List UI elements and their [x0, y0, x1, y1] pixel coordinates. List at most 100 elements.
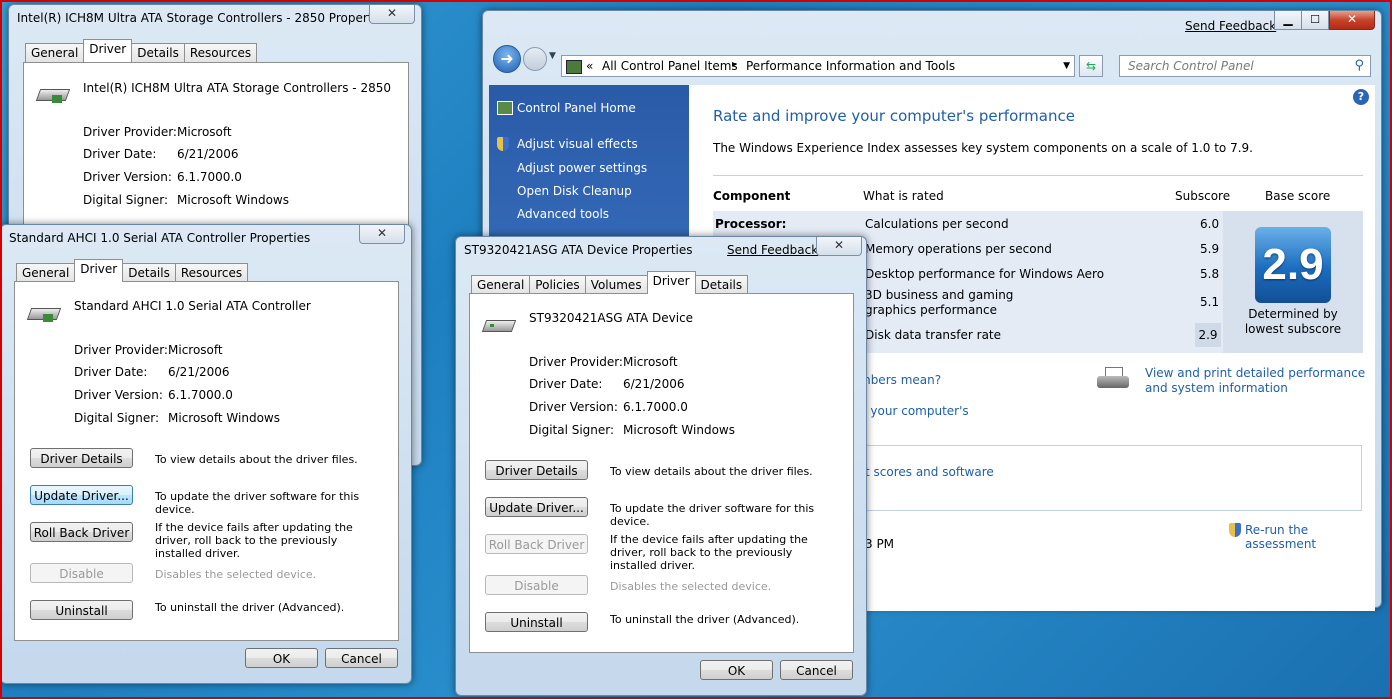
row-subscore: 5.1	[1200, 295, 1220, 309]
control-panel-home-icon	[497, 101, 513, 115]
breadcrumb-performance[interactable]: Performance Information and Tools	[746, 59, 955, 73]
control-panel-icon	[566, 60, 582, 74]
breadcrumb-separator[interactable]: ▸	[732, 59, 737, 70]
tab-details[interactable]: Details	[694, 275, 749, 294]
address-bar[interactable]: « All Control Panel Items ▸ Performance …	[561, 55, 1075, 77]
nav-advanced-tools[interactable]: Advanced tools	[517, 207, 609, 221]
search-icon[interactable]: ⚲	[1354, 58, 1364, 73]
nav-open-disk-cleanup[interactable]: Open Disk Cleanup	[517, 184, 632, 198]
ok-button[interactable]: OK	[700, 660, 773, 680]
minimize-button[interactable]: ▁	[1274, 11, 1302, 30]
breadcrumb-all-items[interactable]: All Control Panel Items	[602, 59, 738, 73]
disable-button: Disable	[485, 575, 588, 595]
update-driver-description: To update the driver software for this d…	[155, 490, 360, 516]
row-subscore: 5.8	[1200, 267, 1220, 281]
intro-text: The Windows Experience Index assesses ke…	[713, 141, 1253, 155]
driver-provider-label: Driver Provider:	[529, 355, 623, 369]
row-rated: Desktop performance for Windows Aero	[865, 267, 1105, 281]
digital-signer-label: Digital Signer:	[74, 411, 160, 425]
digital-signer-label: Digital Signer:	[83, 193, 169, 207]
tab-strip: General Driver Details Resources	[25, 39, 258, 62]
window-controls: ▁ ☐ ✕	[1274, 11, 1375, 30]
forward-button[interactable]	[523, 47, 547, 71]
cancel-button[interactable]: Cancel	[780, 660, 853, 680]
back-arrow-icon: ➜	[500, 49, 514, 68]
driver-details-button[interactable]: Driver Details	[485, 460, 588, 480]
help-icon[interactable]: ?	[1353, 89, 1369, 105]
dialog-title: Intel(R) ICH8M Ultra ATA Storage Control…	[17, 11, 390, 25]
driver-date-label: Driver Date:	[74, 365, 148, 379]
link-improving-performance[interactable]: g your computer's	[859, 404, 969, 418]
uninstall-button[interactable]: Uninstall	[30, 600, 133, 620]
row-rated: Disk data transfer rate	[865, 328, 1002, 342]
driver-date-value: 6/21/2006	[168, 365, 230, 379]
back-button[interactable]: ➜	[493, 45, 521, 73]
nav-adjust-visual-effects[interactable]: Adjust visual effects	[517, 137, 638, 151]
tab-general[interactable]: General	[25, 43, 85, 62]
tab-volumes[interactable]: Volumes	[584, 275, 648, 294]
close-button[interactable]: ✕	[1329, 11, 1375, 30]
tab-details[interactable]: Details	[122, 263, 176, 282]
ok-button[interactable]: OK	[245, 648, 318, 668]
search-box[interactable]: Search Control Panel ⚲	[1119, 55, 1371, 77]
tab-strip: General Policies Volumes Driver Details	[471, 271, 749, 294]
st9320421asg-properties-dialog: ST9320421ASG ATA Device Properties Send …	[455, 236, 867, 696]
tab-driver[interactable]: Driver	[83, 39, 133, 62]
dialog-title: Standard AHCI 1.0 Serial ATA Controller …	[9, 231, 311, 245]
tab-resources[interactable]: Resources	[174, 263, 249, 282]
disable-button: Disable	[30, 563, 133, 583]
close-button[interactable]: ✕	[369, 5, 415, 24]
tab-resources[interactable]: Resources	[183, 43, 258, 62]
send-feedback-link[interactable]: Send Feedback	[1185, 19, 1276, 33]
driver-details-button[interactable]: Driver Details	[30, 448, 133, 468]
tab-driver[interactable]: Driver	[646, 271, 696, 294]
driver-version-value: 6.1.7000.0	[177, 170, 242, 184]
update-driver-button[interactable]: Update Driver...	[30, 485, 133, 505]
nav-control-panel-home[interactable]: Control Panel Home	[517, 101, 636, 115]
driver-version-value: 6.1.7000.0	[168, 388, 233, 402]
disable-description: Disables the selected device.	[610, 580, 772, 593]
link-rerun-assessment[interactable]: Re-run the assessment	[1245, 523, 1375, 551]
link-what-numbers-mean[interactable]: mbers mean?	[859, 373, 941, 387]
table-row: Processor: Calculations per second 6.0	[713, 211, 1223, 236]
driver-tab-panel: Standard AHCI 1.0 Serial ATA Controller …	[14, 281, 399, 641]
row-subscore: 5.9	[1200, 242, 1220, 256]
address-dropdown-icon[interactable]: ▼	[1063, 61, 1070, 71]
link-scores-and-software[interactable]: t scores and software	[865, 465, 994, 479]
driver-version-value: 6.1.7000.0	[623, 400, 688, 414]
storage-controller-icon	[26, 302, 62, 324]
tab-general[interactable]: General	[16, 263, 76, 282]
driver-provider-value: Microsoft	[177, 125, 232, 139]
tab-general[interactable]: General	[471, 275, 531, 294]
refresh-icon: ⇆	[1085, 59, 1097, 73]
device-name: Standard AHCI 1.0 Serial ATA Controller	[74, 299, 311, 313]
search-input[interactable]: Search Control Panel	[1128, 59, 1254, 73]
determined-by-text: Determined by lowest subscore	[1244, 307, 1342, 336]
uninstall-description: To uninstall the driver (Advanced).	[155, 601, 345, 614]
close-button[interactable]: ✕	[816, 237, 862, 256]
uninstall-button[interactable]: Uninstall	[485, 612, 588, 632]
update-driver-button[interactable]: Update Driver...	[485, 497, 588, 517]
roll-back-driver-description: If the device fails after updating the d…	[155, 521, 353, 560]
header-subscore: Subscore	[1175, 189, 1231, 203]
send-feedback-link[interactable]: Send Feedback	[727, 243, 818, 257]
refresh-button[interactable]: ⇆	[1079, 55, 1103, 77]
row-component: Processor:	[715, 217, 787, 231]
row-subscore: 6.0	[1200, 217, 1220, 231]
base-score-tile: 2.9	[1255, 227, 1331, 303]
nav-adjust-power-settings[interactable]: Adjust power settings	[517, 161, 647, 175]
tab-policies[interactable]: Policies	[529, 275, 586, 294]
tab-driver[interactable]: Driver	[74, 259, 124, 282]
tab-details[interactable]: Details	[131, 43, 185, 62]
row-rated: Memory operations per second	[865, 242, 1052, 256]
row-subscore: 2.9	[1195, 323, 1221, 347]
cancel-button[interactable]: Cancel	[325, 648, 398, 668]
roll-back-driver-button[interactable]: Roll Back Driver	[30, 522, 133, 542]
close-button[interactable]: ✕	[359, 225, 405, 244]
driver-provider-value: Microsoft	[623, 355, 678, 369]
maximize-button[interactable]: ☐	[1302, 11, 1329, 30]
driver-provider-label: Driver Provider:	[83, 125, 177, 139]
history-dropdown-icon[interactable]: ▼	[549, 51, 556, 61]
disable-description: Disables the selected device.	[155, 568, 317, 581]
link-view-print-details[interactable]: View and print detailed performance and …	[1145, 366, 1369, 396]
